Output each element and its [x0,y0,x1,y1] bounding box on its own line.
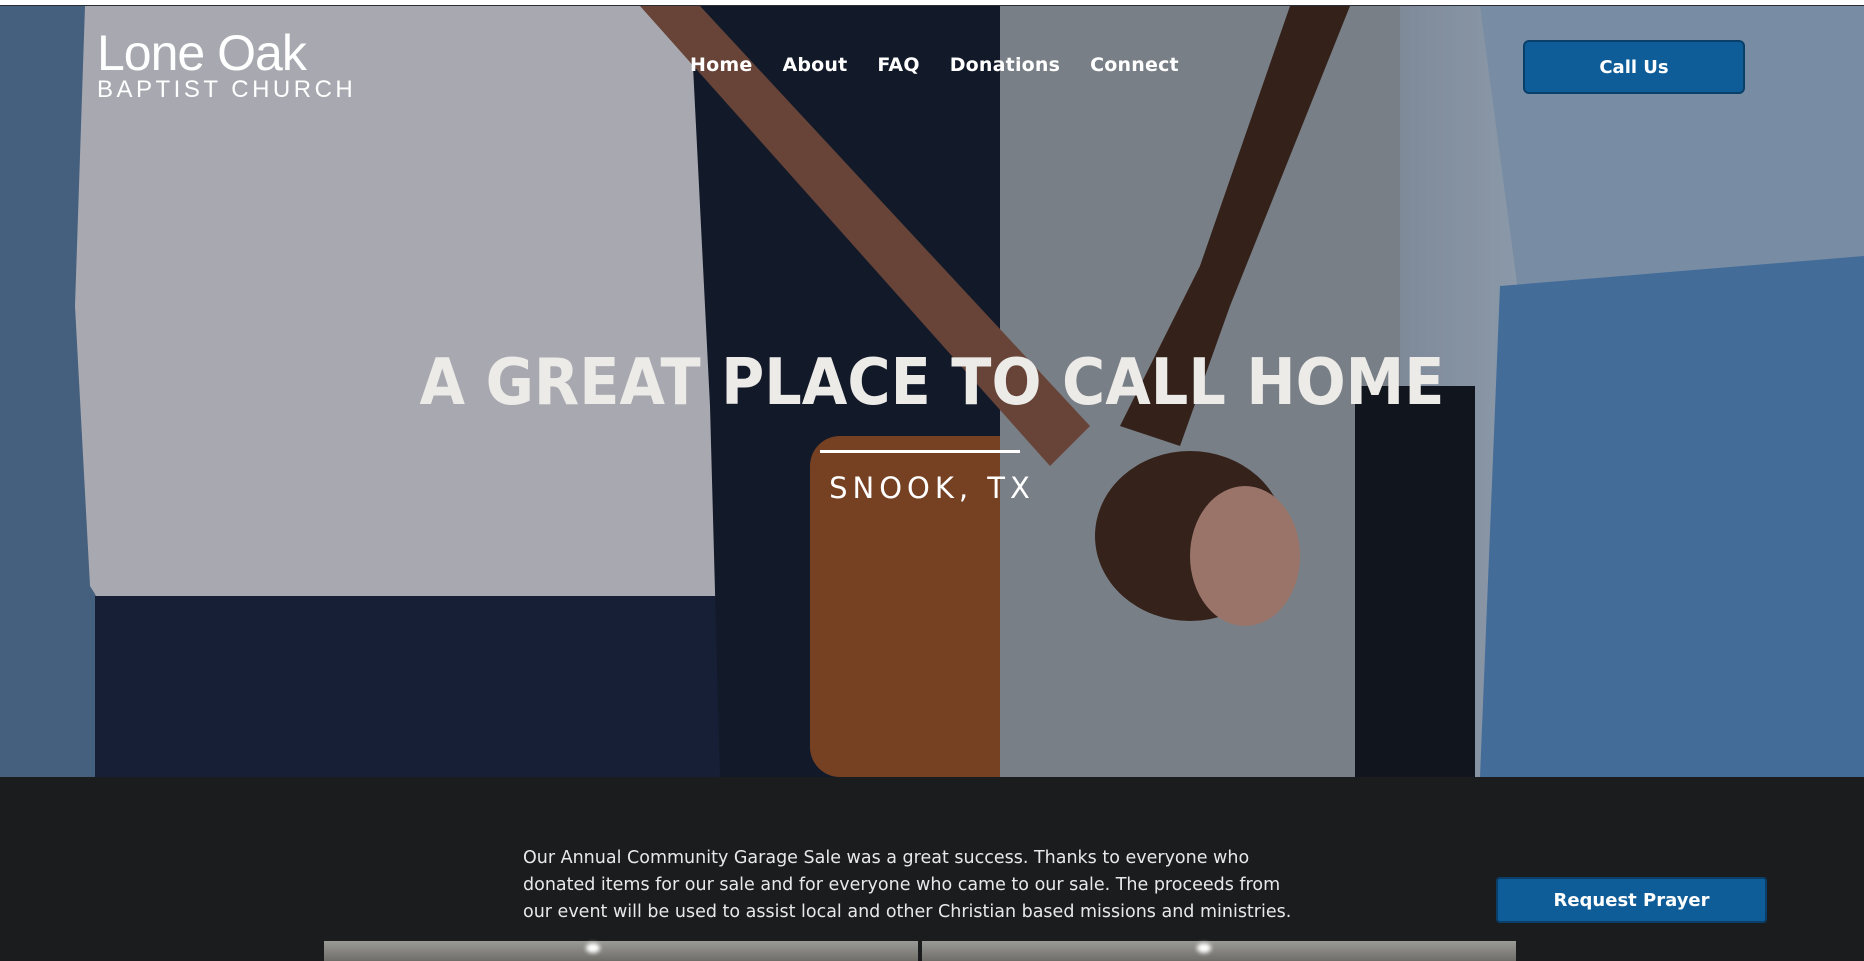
call-us-button[interactable]: Call Us [1523,40,1745,94]
nav-connect[interactable]: Connect [1090,54,1179,76]
hero-headline: A GREAT PLACE TO CALL HOME [419,346,1445,420]
logo-subtitle: BAPTIST CHURCH [97,76,357,103]
nav-about[interactable]: About [782,54,847,76]
main-nav: Home About FAQ Donations Connect [690,54,1179,76]
gallery-image[interactable] [324,941,918,961]
gallery-image[interactable] [922,941,1516,961]
nav-home[interactable]: Home [690,54,752,76]
ceiling-light [1197,943,1211,953]
ceiling-light [586,943,600,953]
nav-donations[interactable]: Donations [950,54,1060,76]
logo-name: Lone Oak [97,25,307,81]
announcement-text: Our Annual Community Garage Sale was a g… [523,848,1292,922]
hero-location: SNOOK, TX [829,471,1035,505]
site-logo[interactable]: Lone Oak BAPTIST CHURCH [97,26,356,102]
request-prayer-button[interactable]: Request Prayer [1496,877,1767,923]
nav-faq[interactable]: FAQ [877,54,919,76]
hero-divider [820,450,1020,453]
